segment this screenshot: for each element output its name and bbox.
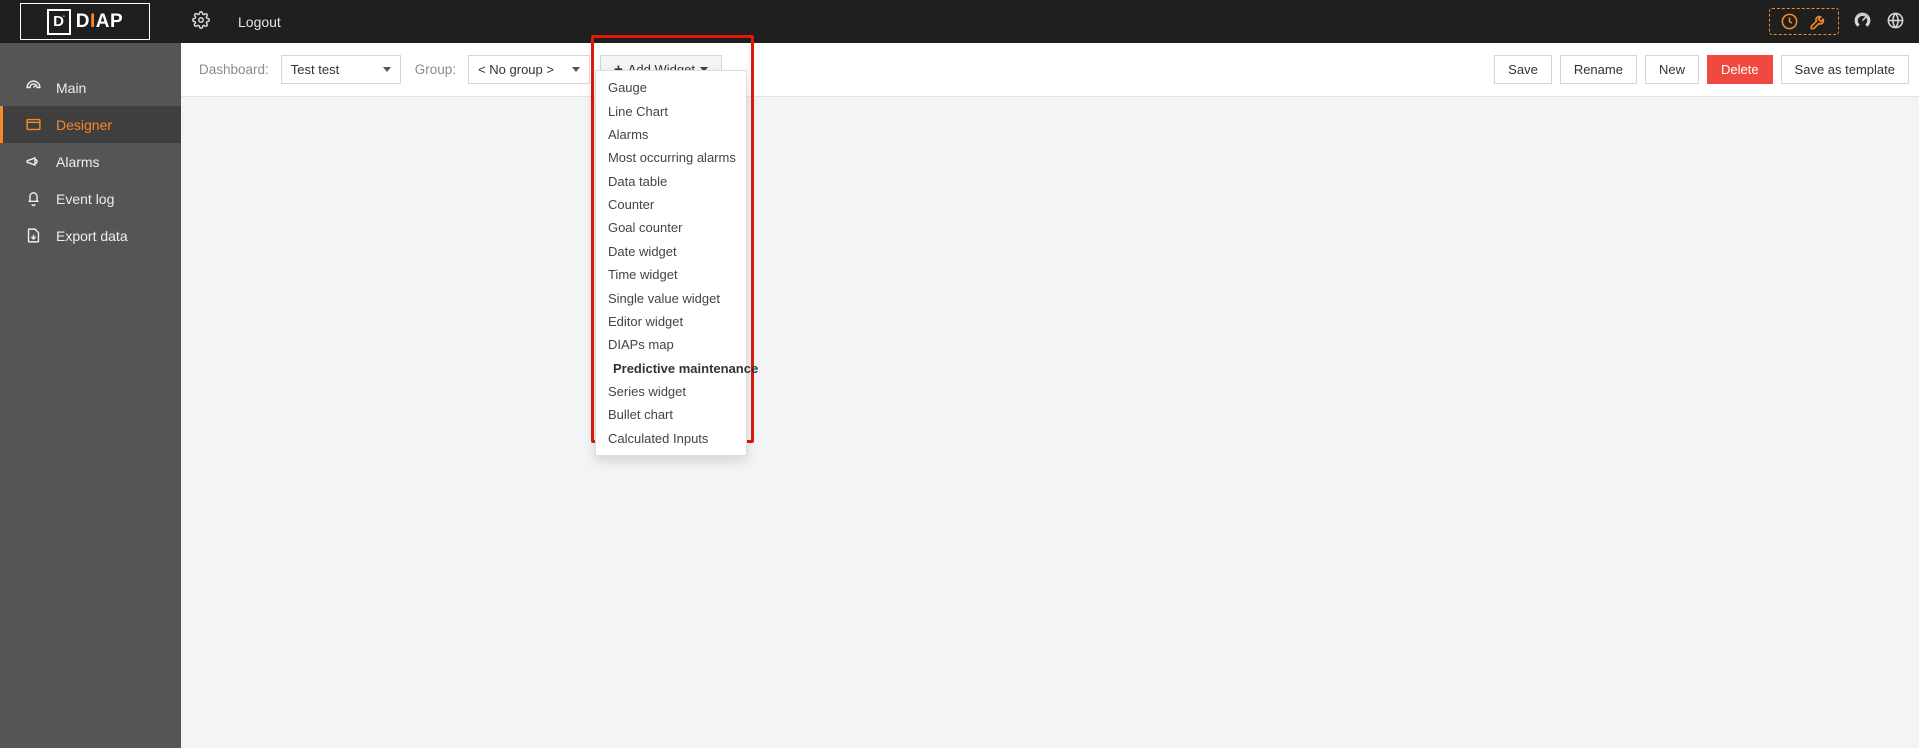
sidebar-item-label: Export data [56,228,128,244]
save-template-button[interactable]: Save as template [1781,55,1909,84]
group-label: Group: [415,62,456,77]
sidebar-item-label: Main [56,80,86,96]
dashboard-icon [25,79,42,96]
sidebar: Main Designer Alarms Event log Export da… [0,43,181,748]
export-icon [25,227,42,244]
sidebar-item-eventlog[interactable]: Event log [0,180,181,217]
sidebar-item-label: Event log [56,191,114,207]
widget-menu-item[interactable]: Bullet chart [596,403,746,426]
main: Dashboard: Test test Group: < No group >… [181,43,1919,748]
settings-icon[interactable] [192,11,210,32]
widget-menu-item[interactable]: Calculated Inputs [596,427,746,450]
logo-text: DIAP [76,11,123,33]
new-label: New [1659,62,1685,77]
tools-icon [1809,12,1828,31]
caret-down-icon [572,67,580,72]
dashboard-select[interactable]: Test test [281,55,401,84]
widget-menu-item[interactable]: Single value widget [596,286,746,309]
save-button[interactable]: Save [1494,55,1552,84]
sidebar-item-alarms[interactable]: Alarms [0,143,181,180]
toolbar: Dashboard: Test test Group: < No group >… [181,43,1919,97]
clock-icon [1780,12,1799,31]
save-template-label: Save as template [1795,62,1895,77]
widget-menu-item[interactable]: Time widget [596,263,746,286]
maintenance-indicator[interactable] [1769,8,1839,35]
logo-mark: D. [47,9,71,35]
widget-menu-item[interactable]: Goal counter [596,216,746,239]
widget-menu-item[interactable]: Most occurring alarms [596,146,746,169]
sidebar-item-export[interactable]: Export data [0,217,181,254]
save-label: Save [1508,62,1538,77]
widget-menu-item[interactable]: Counter [596,193,746,216]
dashboard-select-value: Test test [291,62,339,77]
add-widget-menu: GaugeLine ChartAlarmsMost occurring alar… [595,70,747,456]
sidebar-item-label: Designer [56,117,112,133]
toolbar-right: Save Rename New Delete Save as template [1494,55,1909,84]
topbar-right [1769,8,1905,35]
sidebar-item-label: Alarms [56,154,100,170]
logo[interactable]: D. DIAP [20,3,150,40]
widget-menu-item[interactable]: Line Chart [596,99,746,122]
sidebar-item-designer[interactable]: Designer [0,106,181,143]
widget-menu-item[interactable]: Gauge [596,76,746,99]
logout-link[interactable]: Logout [238,14,281,30]
rename-label: Rename [1574,62,1623,77]
widget-menu-item[interactable]: Predictive maintenance [596,357,746,380]
sidebar-item-main[interactable]: Main [0,69,181,106]
add-widget-wrap: + Add Widget GaugeLine ChartAlarmsMost o… [600,55,722,84]
widget-menu-item[interactable]: Series widget [596,380,746,403]
group-select[interactable]: < No group > [468,55,590,84]
delete-label: Delete [1721,62,1759,77]
megaphone-icon [25,153,42,170]
group-select-value: < No group > [478,62,554,77]
bell-icon [25,190,42,207]
rename-button[interactable]: Rename [1560,55,1637,84]
widget-menu-item[interactable]: Data table [596,170,746,193]
gauge-icon[interactable] [1853,11,1872,33]
globe-icon[interactable] [1886,11,1905,33]
designer-icon [25,116,42,133]
dashboard-label: Dashboard: [199,62,269,77]
widget-menu-item[interactable]: DIAPs map [596,333,746,356]
delete-button[interactable]: Delete [1707,55,1773,84]
widget-menu-item[interactable]: Alarms [596,123,746,146]
new-button[interactable]: New [1645,55,1699,84]
widget-menu-item[interactable]: Editor widget [596,310,746,333]
caret-down-icon [383,67,391,72]
topbar: D. DIAP Logout [0,0,1919,43]
widget-menu-item[interactable]: Date widget [596,240,746,263]
